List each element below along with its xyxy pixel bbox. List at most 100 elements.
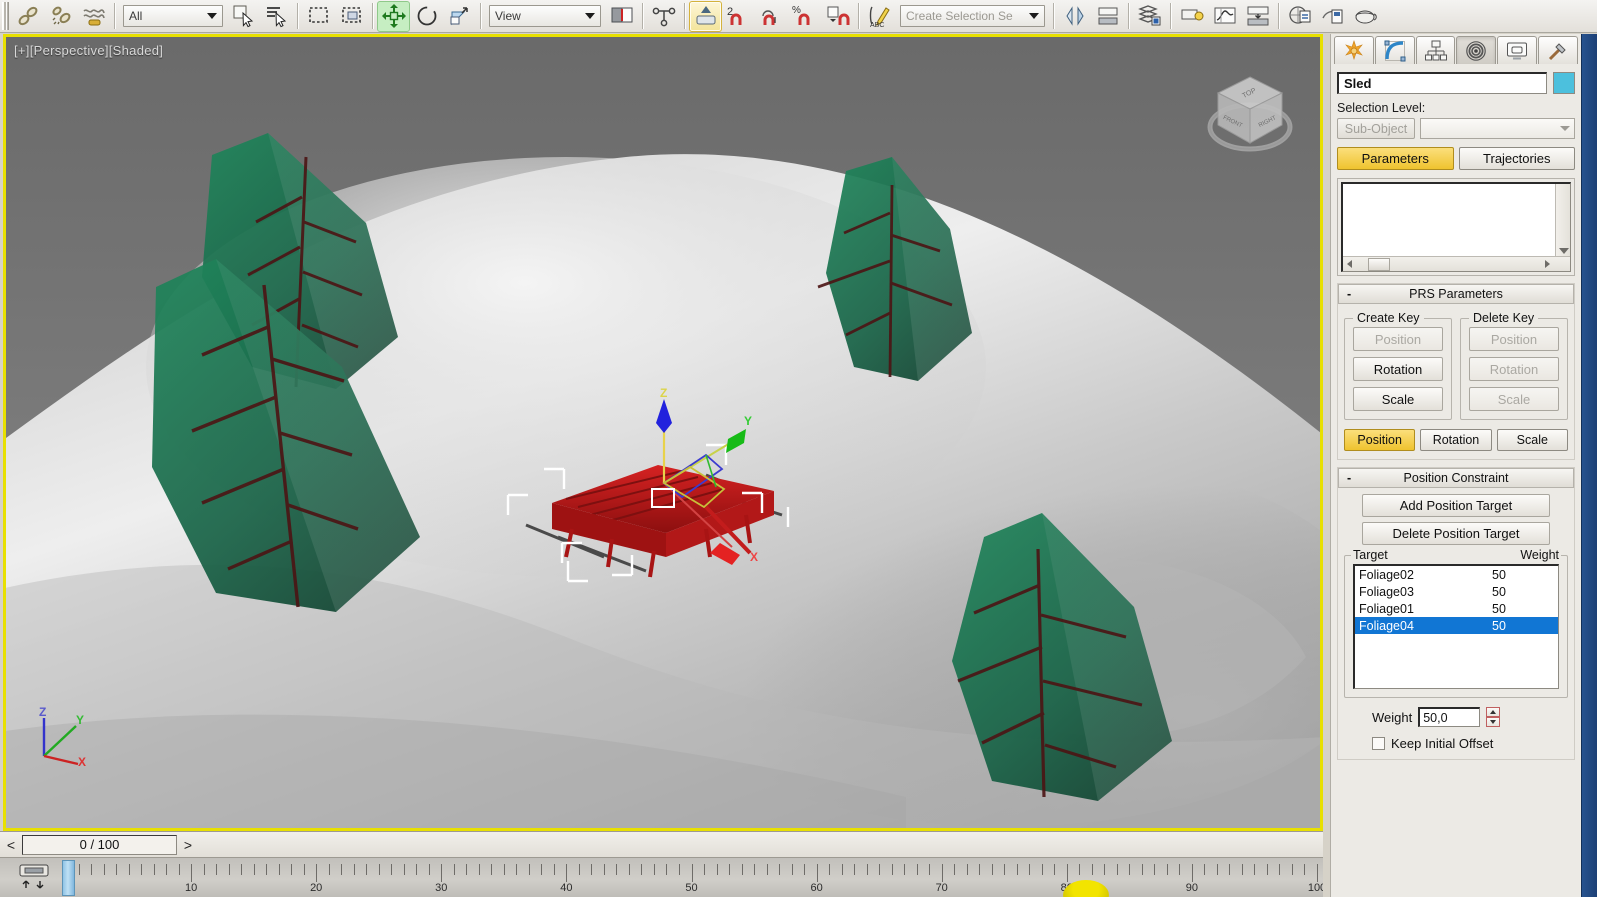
timeline-tick-label: 70 [935,882,948,894]
object-color-swatch[interactable] [1553,72,1575,94]
spinner-up-icon[interactable] [1486,707,1501,717]
position-constraint-header[interactable]: - Position Constraint [1338,468,1574,488]
hscroll-thumb[interactable] [1368,257,1390,271]
delete-key-position-button[interactable]: Position [1469,327,1559,351]
position-constraint-rollout: - Position Constraint Add Position Targe… [1337,467,1575,760]
rectangular-selection-region-icon[interactable] [302,1,335,32]
select-and-manipulate-icon[interactable] [647,1,680,32]
timeline-tick [103,864,105,875]
transform-tab-rotation[interactable]: Rotation [1420,429,1492,451]
toolbar-grip[interactable] [2,2,9,30]
assign-controller-list[interactable] [1341,182,1571,272]
key-filters-icon[interactable] [16,862,52,890]
timeline-tick [466,864,468,875]
select-by-name-icon[interactable] [260,1,293,32]
tab-utilities[interactable] [1538,36,1578,64]
timeline-tick [1104,864,1106,875]
perspective-viewport[interactable]: Z Y X [+][Perspective][Shaded] TOP FRONT… [6,37,1320,828]
timeline-tick [1016,864,1018,875]
render-setup-icon[interactable] [1316,1,1349,32]
collapse-icon[interactable]: - [1347,471,1351,485]
mirror-icon[interactable] [1058,1,1091,32]
delete-position-target-button[interactable]: Delete Position Target [1362,522,1550,545]
transform-tab-position[interactable]: Position [1344,429,1416,451]
window-crossing-icon[interactable] [335,1,368,32]
timeline-tick-label: 40 [560,882,573,894]
view-cube[interactable]: TOP FRONT RIGHT [1202,65,1298,165]
timeline-tick [866,864,868,875]
tab-display[interactable] [1497,36,1538,64]
current-frame-field[interactable]: 0 / 100 [22,834,177,855]
object-name-field[interactable]: Sled [1337,72,1547,94]
timeline-tick [603,864,605,875]
material-editor-icon[interactable] [1283,1,1316,32]
bind-to-space-warp-icon[interactable] [77,1,110,32]
timeline-tick [879,864,881,875]
time-slider-handle[interactable] [62,860,75,896]
select-and-rotate-icon[interactable] [410,1,443,32]
prs-parameters-header[interactable]: - PRS Parameters [1338,284,1574,304]
schematic-view-icon[interactable] [1241,1,1274,32]
table-row[interactable]: Foliage02 50 [1355,566,1558,583]
table-row[interactable]: Foliage01 50 [1355,600,1558,617]
tab-motion[interactable] [1456,36,1497,64]
angle-snap-toggle-icon[interactable]: 2 [722,1,755,32]
create-key-scale-button[interactable]: Scale [1353,387,1443,411]
next-frame-button[interactable]: > [177,833,199,857]
create-key-rotation-button[interactable]: Rotation [1353,357,1443,381]
curve-editor-icon[interactable] [1208,1,1241,32]
weight-input[interactable]: 50,0 [1418,707,1481,727]
percent-snap-toggle-icon[interactable] [755,1,788,32]
select-and-link-icon[interactable] [11,1,44,32]
collapse-icon[interactable]: - [1347,287,1351,301]
layer-manager-icon[interactable] [1133,1,1166,32]
tab-modify[interactable] [1374,36,1415,64]
timeline-tick [1179,864,1181,875]
table-row-selected[interactable]: Foliage04 50 [1355,617,1558,634]
transform-tab-scale[interactable]: Scale [1496,429,1568,451]
spinner-snap-toggle-icon[interactable]: % [788,1,821,32]
keep-initial-offset-checkbox[interactable] [1372,737,1385,750]
perspective-viewport-frame[interactable]: Z Y X [+][Perspective][Shaded] TOP FRONT… [3,34,1323,831]
selection-filter-combo[interactable]: All [123,5,223,27]
scroll-right-arrow-icon[interactable] [1545,260,1550,268]
create-key-position-button[interactable]: Position [1353,327,1443,351]
prev-frame-button[interactable]: < [0,833,22,857]
snaps-toggle-icon[interactable] [689,0,722,32]
tab-create[interactable] [1334,36,1374,64]
command-panel-scrollbar[interactable] [1581,34,1597,897]
scroll-left-arrow-icon[interactable] [1347,260,1352,268]
light-lister-icon[interactable] [1175,1,1208,32]
table-row[interactable]: Foliage03 50 [1355,583,1558,600]
select-and-move-icon[interactable] [377,0,410,32]
delete-key-rotation-button[interactable]: Rotation [1469,357,1559,381]
reference-coordinate-combo[interactable]: View [489,5,601,27]
select-object-icon[interactable] [227,1,260,32]
align-icon[interactable] [1091,1,1124,32]
render-production-icon[interactable] [1349,1,1382,32]
timeline-ruler[interactable]: 102030405060708090100 [66,858,1323,897]
unlink-selection-icon[interactable] [44,1,77,32]
snap-options-icon[interactable] [821,1,854,32]
sub-object-button[interactable]: Sub-Object [1337,118,1415,139]
viewport-label[interactable]: [+][Perspective][Shaded] [14,43,163,58]
tab-hierarchy[interactable] [1415,36,1456,64]
controller-list-hscrollbar[interactable] [1343,256,1570,271]
named-selection-set-combo[interactable]: Create Selection Se [900,5,1045,27]
weight-spinner[interactable] [1486,707,1501,727]
scroll-down-arrow-icon[interactable] [1559,248,1569,254]
spinner-down-icon[interactable] [1486,717,1501,727]
timeline-tick [341,864,343,875]
keep-initial-offset-row[interactable]: Keep Initial Offset [1344,736,1568,751]
controller-list-vscrollbar[interactable] [1555,184,1570,256]
track-bar[interactable]: 102030405060708090100 [0,857,1323,897]
edit-named-selection-sets-icon[interactable]: ABC [863,1,896,32]
select-and-scale-icon[interactable] [443,1,476,32]
add-position-target-button[interactable]: Add Position Target [1362,494,1550,517]
tab-trajectories[interactable]: Trajectories [1458,147,1575,170]
delete-key-scale-button[interactable]: Scale [1469,387,1559,411]
target-list[interactable]: Foliage02 50 Foliage03 50 Foliage01 50 F… [1353,564,1559,689]
tab-parameters[interactable]: Parameters [1337,147,1454,170]
use-center-flyout-icon[interactable] [605,1,638,32]
sub-object-combo[interactable] [1420,118,1575,139]
